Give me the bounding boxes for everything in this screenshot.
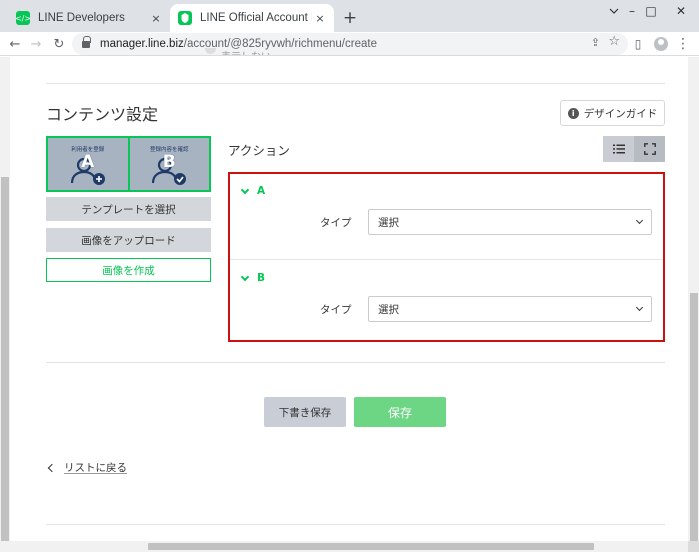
section-divider: [46, 362, 665, 363]
rich-menu-area-a[interactable]: 利用者を登録 A: [48, 138, 128, 190]
window-close-button[interactable]: ✕: [663, 0, 699, 22]
browser-tab-bar: </> LINE Developers × LINE Official Acco…: [0, 0, 699, 32]
tab-title: LINE Developers: [38, 12, 125, 24]
back-button[interactable]: ←: [5, 34, 25, 54]
page-scrollbar-thumb[interactable]: [690, 293, 698, 543]
lock-icon: [82, 35, 91, 49]
radio-label: 表示しない: [221, 48, 271, 55]
expand-view-button[interactable]: [634, 136, 665, 162]
save-button[interactable]: 保存: [354, 397, 446, 427]
list-icon: [612, 144, 625, 154]
action-label: A: [257, 185, 266, 197]
address-bar[interactable]: manager.line.biz/account/@825ryvwh/richm…: [72, 33, 628, 55]
area-letter: B: [162, 152, 176, 172]
design-guide-button[interactable]: i デザインガイド: [560, 100, 665, 126]
view-toggle: [603, 136, 665, 162]
share-icon[interactable]: ⇪: [591, 36, 600, 49]
page-scrollbar[interactable]: [688, 57, 699, 543]
scrollbar-corner: [688, 541, 699, 552]
chevron-left-icon: [47, 463, 57, 472]
left-scrollbar-thumb[interactable]: [1, 177, 9, 547]
select-value: 選択: [378, 216, 399, 229]
chevron-down-icon: [240, 185, 250, 194]
new-tab-button[interactable]: +: [340, 8, 360, 28]
save-draft-button[interactable]: 下書き保存: [264, 397, 346, 427]
tab-close-icon[interactable]: ×: [148, 10, 164, 26]
action-label: B: [257, 272, 266, 284]
back-to-list-link[interactable]: リストに戻る: [46, 460, 127, 475]
tab-close-icon[interactable]: ×: [312, 10, 328, 26]
type-label: タイプ: [320, 304, 352, 316]
profile-button[interactable]: [651, 34, 671, 54]
browser-toolbar: ← → ↻ manager.line.biz/account/@825ryvwh…: [0, 32, 699, 56]
horizontal-scrollbar-thumb[interactable]: [148, 543, 594, 550]
menu-kebab-icon[interactable]: ⋮: [673, 34, 693, 54]
info-icon: i: [567, 107, 579, 119]
action-a-type-select[interactable]: 選択: [368, 209, 652, 235]
action-title: アクション: [228, 143, 290, 158]
actions-panel: A タイプ 選択 B タイプ 選択: [228, 172, 665, 342]
expand-icon: [643, 143, 656, 155]
tab-line-official-account-manager[interactable]: LINE Official Account Manager ×: [170, 4, 334, 32]
line-oa-favicon-icon: [178, 11, 192, 25]
horizontal-scrollbar[interactable]: [0, 541, 699, 552]
list-view-button[interactable]: [603, 136, 634, 162]
action-b-header[interactable]: B: [240, 272, 266, 284]
tab-title: LINE Official Account Manager: [200, 12, 312, 24]
chevron-down-icon: [635, 303, 644, 312]
back-link-label: リストに戻る: [64, 462, 127, 474]
action-b-type-select[interactable]: 選択: [368, 296, 652, 322]
tab-line-developers[interactable]: </> LINE Developers ×: [8, 4, 170, 32]
side-panel-icon[interactable]: ▯: [628, 34, 648, 54]
chevron-down-icon: [635, 216, 644, 225]
action-a-header[interactable]: A: [240, 185, 266, 197]
bookmark-star-icon[interactable]: ☆: [608, 34, 620, 49]
rich-menu-preview[interactable]: 利用者を登録 A 登録内容を確認 B: [46, 136, 211, 192]
footer-divider: [46, 524, 665, 525]
line-developers-favicon-icon: </>: [15, 11, 31, 25]
action-divider: [230, 259, 663, 260]
create-image-button[interactable]: 画像を作成: [46, 258, 211, 282]
area-letter: A: [81, 152, 95, 172]
chevron-down-icon: [240, 272, 250, 281]
content-settings-title: コンテンツ設定: [46, 105, 159, 124]
section-divider: [46, 83, 665, 84]
avatar: [654, 37, 668, 51]
type-label: タイプ: [320, 217, 352, 229]
upload-image-button[interactable]: 画像をアップロード: [46, 228, 211, 252]
design-guide-label: デザインガイド: [583, 107, 658, 120]
reload-button[interactable]: ↻: [49, 34, 69, 54]
rich-menu-area-b[interactable]: 登録内容を確認 B: [127, 138, 210, 190]
radio-button[interactable]: [205, 48, 216, 55]
forward-button[interactable]: →: [26, 34, 46, 54]
left-panel-scrollbar[interactable]: [0, 57, 10, 547]
select-value: 選択: [378, 303, 399, 316]
select-template-button[interactable]: テンプレートを選択: [46, 197, 211, 221]
